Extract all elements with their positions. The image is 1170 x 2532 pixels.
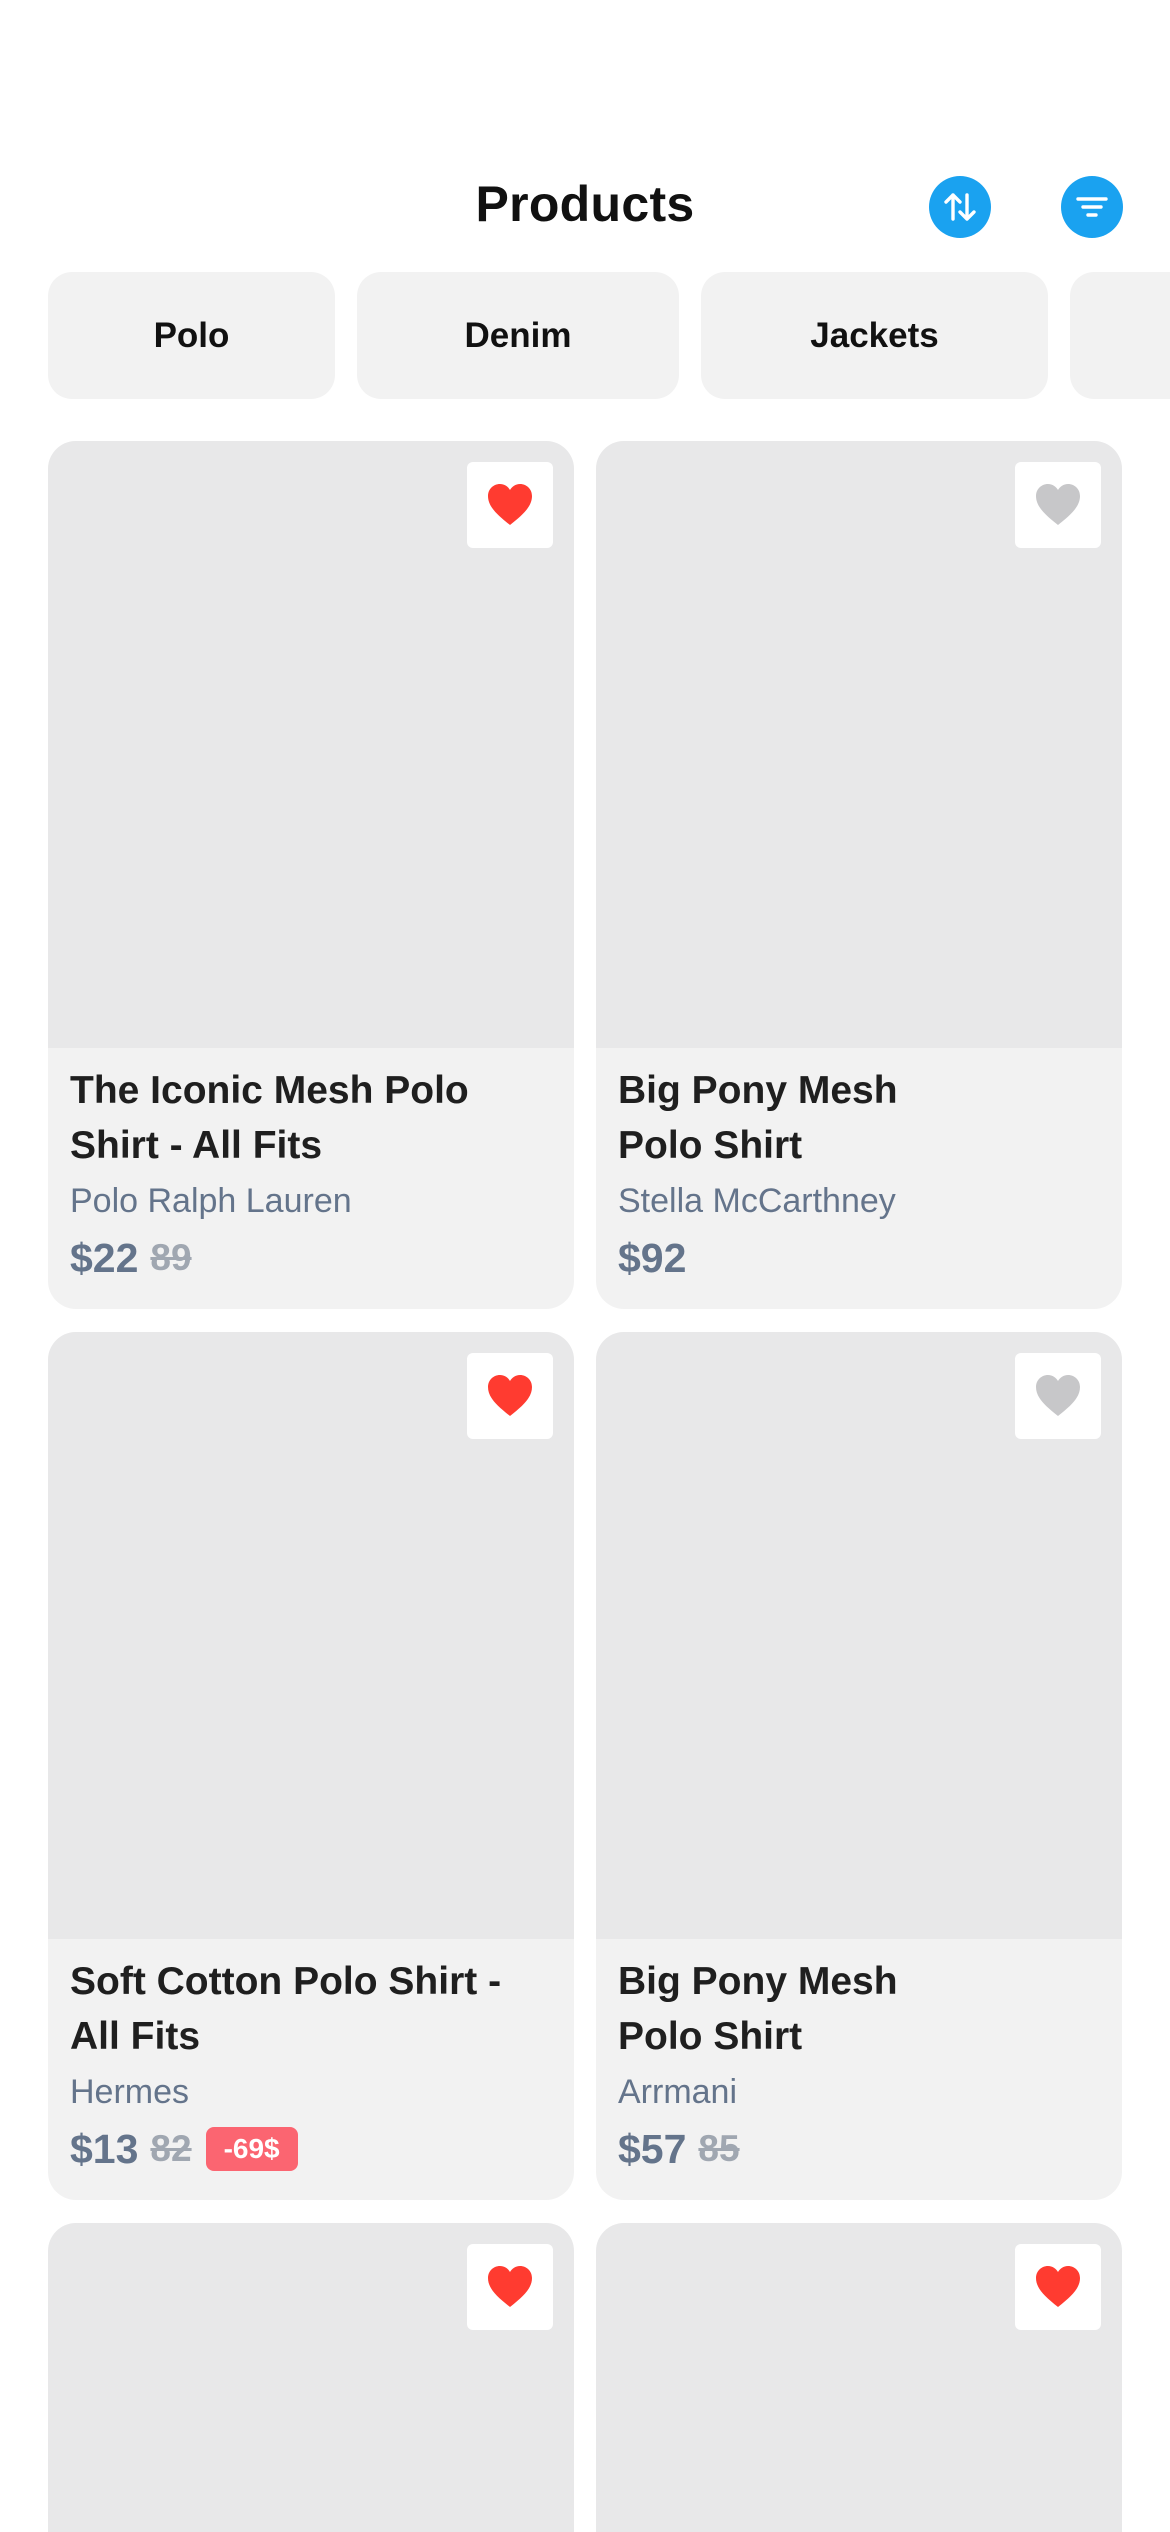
favorite-button[interactable] <box>1015 2244 1101 2330</box>
product-brand: Arrmani <box>618 2073 738 2111</box>
favorite-button[interactable] <box>467 2244 553 2330</box>
product-brand: Hermes <box>70 2073 190 2111</box>
sort-button[interactable] <box>929 176 991 238</box>
heart-icon <box>1036 1375 1080 1416</box>
filter-button[interactable] <box>1061 176 1123 238</box>
favorite-button[interactable] <box>467 1353 553 1439</box>
product-old-price: 89 <box>150 1237 192 1278</box>
chip-denim[interactable]: Denim <box>357 272 679 399</box>
product-price: $57 <box>618 2125 687 2172</box>
heart-icon <box>1036 2266 1080 2307</box>
favorite-button[interactable] <box>1015 1353 1101 1439</box>
favorite-button[interactable] <box>1015 462 1101 548</box>
page-title: Products <box>475 176 695 232</box>
product-old-price: 82 <box>150 2128 192 2169</box>
heart-icon <box>488 1375 532 1416</box>
chip-jackets[interactable]: Jackets <box>701 272 1048 399</box>
product-name: The Iconic Mesh Polo Shirt - All Fits <box>70 1069 469 1167</box>
product-name: Soft Cotton Polo Shirt - All Fits <box>70 1960 502 2058</box>
heart-icon <box>488 2266 532 2307</box>
discount-badge: -69$ <box>205 2127 298 2171</box>
product-brand: Polo Ralph Lauren <box>70 1182 352 1220</box>
favorite-button[interactable] <box>467 462 553 548</box>
chip-polo[interactable]: Polo <box>48 272 335 399</box>
product-name: Big Pony Mesh Polo Shirt <box>618 1069 898 1167</box>
product-card[interactable]: Big Pony Mesh Polo Shirt Stella McCarthn… <box>596 441 1122 1309</box>
product-brand: Stella McCarthney <box>618 1182 896 1220</box>
product-price: $22 <box>70 1234 139 1281</box>
category-chips: Polo Denim Jackets <box>48 272 1170 399</box>
heart-icon <box>1036 484 1080 525</box>
product-card[interactable]: Big Pony Mesh Polo Shirt Arrmani $57 85 <box>596 1332 1122 2200</box>
product-old-price: 85 <box>698 2128 740 2169</box>
sort-icon <box>944 193 976 221</box>
product-card[interactable]: The Iconic Mesh Polo Shirt - All Fits Po… <box>48 441 574 1309</box>
header: Products <box>0 0 1170 270</box>
product-price: $13 <box>70 2125 139 2172</box>
product-card[interactable] <box>596 2223 1122 2532</box>
product-card[interactable]: Soft Cotton Polo Shirt - All Fits Hermes… <box>48 1332 574 2200</box>
filter-icon <box>1076 197 1108 217</box>
heart-icon <box>488 484 532 525</box>
product-price: $92 <box>618 1234 687 1281</box>
product-card[interactable] <box>48 2223 574 2532</box>
product-name: Big Pony Mesh Polo Shirt <box>618 1960 898 2058</box>
chip-more[interactable] <box>1070 272 1170 399</box>
